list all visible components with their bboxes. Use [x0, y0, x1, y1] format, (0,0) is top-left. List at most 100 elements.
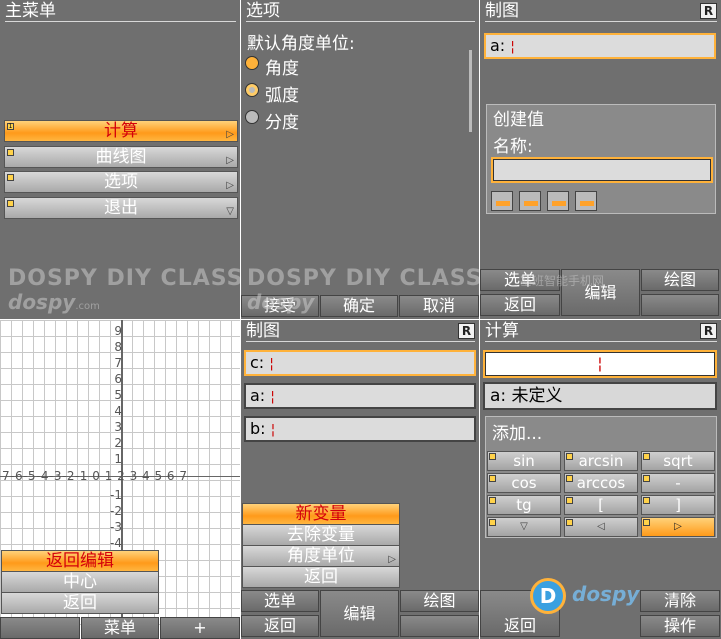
r-badge-icon: R — [700, 3, 717, 19]
field-a-label: a: — [490, 36, 506, 55]
key-scroll-right[interactable]: ▷ — [641, 517, 715, 537]
softkey-back[interactable]: 返回 — [241, 615, 319, 637]
text-cursor-icon: ¦ — [510, 39, 516, 55]
watermark: DOSPY DIY CLASS — [8, 266, 240, 291]
key-cos[interactable]: cos — [487, 473, 561, 493]
radio-radian[interactable]: 弧度 — [245, 81, 445, 106]
expression-input[interactable]: ¦ — [483, 350, 717, 378]
hotkey-icon — [566, 497, 573, 504]
function-pad: 添加... sin arcsin sqrt cos arccos - tg [ … — [485, 416, 717, 538]
field-b-input[interactable]: b: ¦ — [244, 416, 476, 442]
y-label: 7 — [114, 356, 122, 370]
radio-degree[interactable]: 角度 — [245, 54, 445, 79]
key-open-bracket-label: [ — [598, 496, 604, 514]
key-icon-2[interactable] — [519, 191, 541, 211]
menu-back[interactable]: 返回 — [242, 566, 400, 588]
plot-vars-title: 制图 — [246, 320, 475, 342]
menu-remove-variable[interactable]: 去除变量 — [242, 524, 400, 546]
key-arccos-label: arccos — [576, 474, 626, 492]
softkey-ok[interactable]: 确定 — [320, 295, 398, 317]
radio-unselected-icon — [245, 110, 259, 124]
plot-create-panel: 制图 R a: ¦ 创建值 名称: 选单 返回 编辑 绘图 塞班智能手机网 — [480, 0, 721, 319]
softkey-back-label: 返回 — [503, 295, 536, 314]
watermark-logo-text: dospy — [572, 582, 640, 606]
text-cursor-icon: ¦ — [269, 356, 274, 372]
key-sqrt[interactable]: sqrt — [641, 451, 715, 471]
hotkey-icon — [566, 475, 573, 482]
key-icon-3[interactable] — [547, 191, 569, 211]
key-scroll-down[interactable]: ▽ — [487, 517, 561, 537]
softkey-operate[interactable]: 操作 — [640, 615, 720, 637]
plot-vars-panel: 制图 R c: ¦ a: ¦ b: ¦ 新变量 去除变量 角度单位 ▷ 返回 选… — [241, 320, 479, 639]
watermark: DOSPY DIY CLASS — [247, 266, 479, 291]
graph-menu-back-edit[interactable]: 返回编辑 — [1, 550, 159, 572]
name-input[interactable] — [491, 157, 713, 183]
key-close-bracket-label: ] — [675, 496, 681, 514]
graph-softkey-zoom-in-label: + — [193, 618, 207, 637]
chevron-right-icon: ▷ — [226, 129, 234, 140]
key-sin[interactable]: sin — [487, 451, 561, 471]
softkey-blank[interactable] — [641, 294, 719, 316]
radio-selected-icon — [245, 56, 259, 70]
hotkey-icon — [489, 453, 496, 460]
menu-angle-unit[interactable]: 角度单位 ▷ — [242, 545, 400, 567]
chevron-left-icon: ◁ — [597, 521, 605, 532]
softkey-cancel-label: 取消 — [422, 296, 455, 315]
key-open-bracket[interactable]: [ — [564, 495, 638, 515]
softkey-clear[interactable]: 清除 — [640, 590, 720, 612]
menu-new-variable[interactable]: 新变量 — [242, 503, 400, 525]
menu-remove-variable-label: 去除变量 — [287, 525, 355, 545]
graph-softkey-zoom-in[interactable]: + — [160, 617, 240, 639]
orange-bar-icon — [552, 201, 566, 206]
scrollbar[interactable] — [469, 50, 472, 132]
graph-menu-back[interactable]: 返回 — [1, 592, 159, 614]
softkey-menu[interactable]: 选单 — [241, 590, 319, 612]
softkey-blank[interactable] — [400, 615, 479, 637]
text-cursor-icon: ¦ — [270, 422, 276, 438]
graph-canvas[interactable]: 9 8 7 6 5 4 3 2 1 -1 -2 -3 -4 7-6-5-4-3-… — [0, 320, 240, 639]
radio-focus-icon — [245, 83, 259, 97]
y-label: 9 — [114, 324, 122, 338]
create-value-heading: 创建值 — [493, 110, 544, 130]
softkey-cancel[interactable]: 取消 — [399, 295, 479, 317]
key-icon-4[interactable] — [575, 191, 597, 211]
hotkey-icon — [643, 519, 650, 526]
softkey-edit[interactable]: 编辑 — [320, 590, 399, 637]
hotkey-star-icon — [7, 200, 14, 207]
softkey-plot[interactable]: 绘图 — [641, 269, 719, 291]
hotkey-icon — [643, 453, 650, 460]
menu-item-options[interactable]: 选项 ▷ — [4, 171, 238, 193]
field-c-input[interactable]: c: ¦ — [244, 350, 476, 376]
menu-item-calc[interactable]: 1 计算 ▷ — [4, 120, 238, 142]
key-close-bracket[interactable]: ] — [641, 495, 715, 515]
key-icon-1[interactable] — [491, 191, 513, 211]
softkey-clear-label: 清除 — [663, 591, 696, 610]
graph-menu-center[interactable]: 中心 — [1, 571, 159, 593]
key-tg[interactable]: tg — [487, 495, 561, 515]
field-a-input[interactable]: a: ¦ — [244, 383, 476, 409]
hotkey-1-icon: 1 — [7, 123, 14, 130]
softkey-plot[interactable]: 绘图 — [400, 590, 479, 612]
menu-item-curve[interactable]: 曲线图 ▷ — [4, 146, 238, 168]
orange-bar-icon — [524, 201, 538, 206]
add-label: 添加... — [492, 424, 543, 444]
watermark-site: 塞班智能手机网 — [520, 272, 604, 289]
graph-softkey-left[interactable] — [0, 617, 80, 639]
main-menu-panel: 主菜单 1 计算 ▷ 曲线图 ▷ 选项 ▷ 退出 ▽ DOSPY DIY CLA… — [0, 0, 240, 319]
field-b-label: b: — [250, 419, 266, 438]
graph-softkey-menu-label: 菜单 — [103, 618, 136, 637]
menu-item-exit-label: 退出 — [104, 198, 138, 218]
menu-item-calc-label: 计算 — [104, 121, 138, 141]
softkey-back[interactable]: 返回 — [480, 294, 560, 316]
key-minus[interactable]: - — [641, 473, 715, 493]
key-arccos[interactable]: arccos — [564, 473, 638, 493]
main-menu-title: 主菜单 — [5, 0, 236, 22]
radio-radian-label: 弧度 — [265, 86, 299, 106]
radio-grad[interactable]: 分度 — [245, 108, 445, 133]
key-arcsin[interactable]: arcsin — [564, 451, 638, 471]
field-a-input[interactable]: a: ¦ — [484, 33, 716, 59]
graph-softkey-menu[interactable]: 菜单 — [81, 617, 159, 639]
watermark-class-text: DOSPY DIY CLASS — [247, 266, 479, 291]
menu-item-exit[interactable]: 退出 ▽ — [4, 197, 238, 219]
key-scroll-left[interactable]: ◁ — [564, 517, 638, 537]
